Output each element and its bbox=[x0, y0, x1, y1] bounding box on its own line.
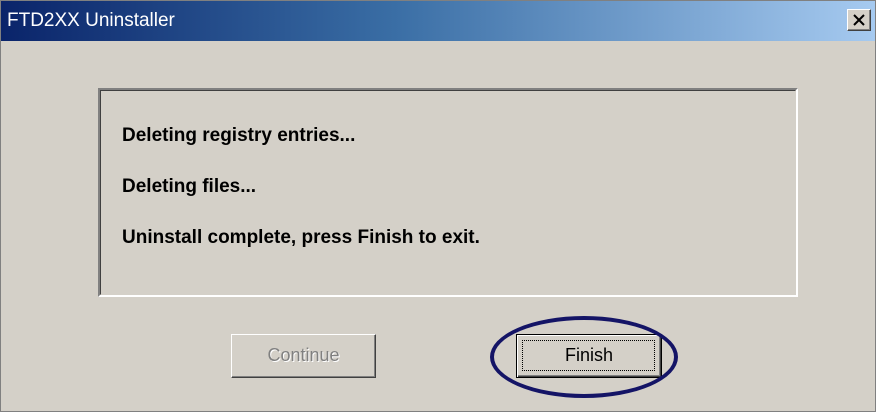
finish-button[interactable]: Finish bbox=[516, 334, 662, 378]
window-title: FTD2XX Uninstaller bbox=[7, 10, 175, 31]
status-panel: Deleting registry entries... Deleting fi… bbox=[98, 88, 798, 297]
status-message-complete: Uninstall complete, press Finish to exit… bbox=[122, 227, 480, 248]
status-message-registry: Deleting registry entries... bbox=[122, 125, 356, 146]
uninstaller-window: FTD2XX Uninstaller Deleting registry ent… bbox=[0, 0, 876, 412]
status-message-files: Deleting files... bbox=[122, 176, 257, 197]
continue-button-label: Continue bbox=[267, 345, 340, 365]
continue-button[interactable]: Continue bbox=[231, 334, 376, 378]
title-bar[interactable]: FTD2XX Uninstaller bbox=[1, 1, 875, 41]
close-x-icon bbox=[853, 14, 865, 26]
finish-button-label: Finish bbox=[564, 345, 613, 365]
status-panel-inner: Deleting registry entries... Deleting fi… bbox=[100, 90, 796, 295]
close-button[interactable] bbox=[847, 9, 871, 31]
